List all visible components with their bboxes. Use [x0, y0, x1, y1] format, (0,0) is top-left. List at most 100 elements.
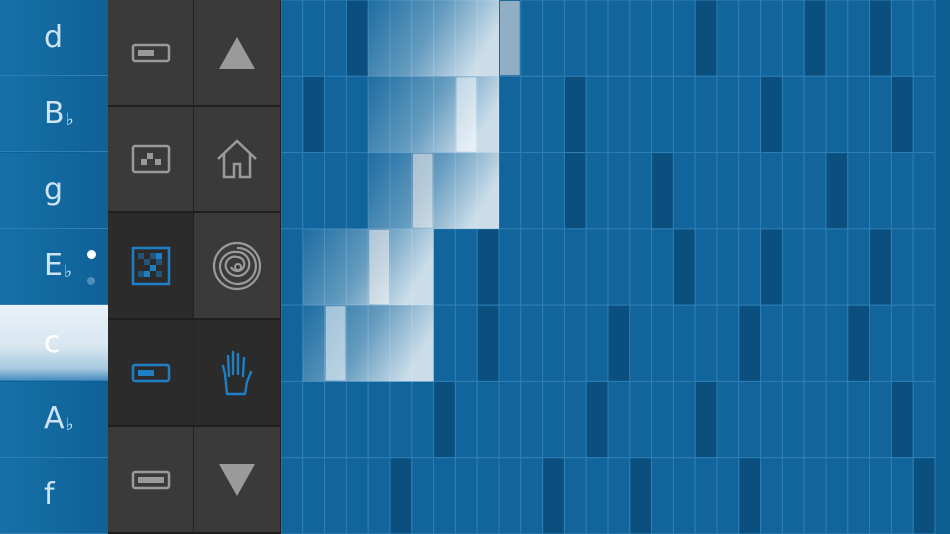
step-cell[interactable] [542, 457, 565, 534]
step-cell[interactable] [302, 75, 326, 154]
step-cell[interactable] [498, 152, 522, 230]
step-cell[interactable] [890, 380, 914, 459]
step-cell[interactable] [433, 228, 456, 306]
step-cell[interactable] [760, 304, 783, 382]
step-cell[interactable] [345, 457, 369, 534]
step-cell[interactable] [607, 75, 631, 154]
step-cell[interactable] [585, 0, 609, 77]
step-cell[interactable] [607, 457, 631, 534]
step-cell[interactable] [542, 304, 565, 382]
note-key-E-flat[interactable]: E♭ [0, 228, 108, 305]
step-cell[interactable] [803, 0, 827, 77]
step-cell[interactable] [651, 152, 674, 230]
step-cell[interactable] [563, 457, 587, 534]
step-cell[interactable] [738, 380, 762, 459]
step-cell[interactable] [433, 304, 456, 382]
clip-small-button[interactable] [108, 0, 194, 107]
active-step-cell[interactable] [369, 229, 389, 305]
step-cell[interactable] [345, 380, 369, 459]
step-cell[interactable] [302, 0, 326, 77]
step-cell[interactable] [847, 457, 871, 534]
scroll-down-button[interactable] [194, 427, 281, 534]
step-cell[interactable] [411, 457, 435, 534]
clip-bar-button[interactable] [108, 427, 194, 534]
step-cell[interactable] [585, 152, 609, 230]
step-cell[interactable] [738, 228, 762, 306]
step-cell[interactable] [651, 380, 674, 459]
step-cell[interactable] [912, 457, 936, 534]
step-cell[interactable] [498, 75, 522, 154]
step-cell[interactable] [389, 457, 413, 534]
step-cell[interactable] [629, 75, 653, 154]
step-cell[interactable] [716, 75, 740, 154]
step-cell[interactable] [324, 152, 347, 230]
step-cell[interactable] [672, 0, 696, 77]
step-cell[interactable] [672, 228, 696, 306]
step-cell[interactable] [825, 152, 849, 230]
step-cell[interactable] [281, 457, 304, 534]
step-cell[interactable] [825, 0, 849, 77]
step-cell[interactable] [651, 304, 674, 382]
step-cell[interactable] [847, 152, 871, 230]
step-cell[interactable] [520, 0, 544, 77]
step-cell[interactable] [454, 228, 478, 306]
step-cell[interactable] [760, 0, 783, 77]
step-cell[interactable] [281, 228, 304, 306]
step-cell[interactable] [585, 457, 609, 534]
note-key-f[interactable]: f [0, 457, 108, 534]
step-cell[interactable] [281, 75, 304, 154]
step-cell[interactable] [890, 0, 914, 77]
step-cell[interactable] [585, 228, 609, 306]
step-cell[interactable] [738, 457, 762, 534]
step-cell[interactable] [781, 304, 805, 382]
step-cell[interactable] [542, 228, 565, 306]
step-cell[interactable] [912, 228, 936, 306]
step-cell[interactable] [433, 380, 456, 459]
step-cell[interactable] [324, 0, 347, 77]
step-cell[interactable] [302, 380, 326, 459]
step-cell[interactable] [629, 228, 653, 306]
step-cell[interactable] [629, 0, 653, 77]
step-cell[interactable] [607, 0, 631, 77]
step-cell[interactable] [890, 304, 914, 382]
step-cell[interactable] [629, 304, 653, 382]
step-cell[interactable] [302, 457, 326, 534]
spiral-button[interactable] [194, 213, 281, 320]
step-cell[interactable] [760, 75, 783, 154]
step-cell[interactable] [869, 457, 892, 534]
step-cell[interactable] [281, 152, 304, 230]
home-button[interactable] [194, 107, 281, 213]
step-cell[interactable] [760, 457, 783, 534]
step-cell[interactable] [825, 457, 849, 534]
step-cell[interactable] [738, 75, 762, 154]
step-cell[interactable] [890, 75, 914, 154]
step-cell[interactable] [672, 152, 696, 230]
step-cell[interactable] [869, 304, 892, 382]
step-cell[interactable] [781, 228, 805, 306]
step-cell[interactable] [847, 75, 871, 154]
step-cell[interactable] [629, 380, 653, 459]
step-cell[interactable] [869, 0, 892, 77]
step-cell[interactable] [760, 152, 783, 230]
step-cell[interactable] [869, 380, 892, 459]
step-cell[interactable] [716, 457, 740, 534]
step-cell[interactable] [651, 457, 674, 534]
step-cell[interactable] [324, 380, 347, 459]
step-cell[interactable] [389, 380, 413, 459]
step-cell[interactable] [520, 380, 544, 459]
step-cell[interactable] [607, 304, 631, 382]
step-cell[interactable] [476, 457, 500, 534]
step-cell[interactable] [912, 152, 936, 230]
step-cell[interactable] [585, 75, 609, 154]
step-cell[interactable] [324, 457, 347, 534]
step-cell[interactable] [476, 380, 500, 459]
step-cell[interactable] [803, 152, 827, 230]
step-cell[interactable] [498, 457, 522, 534]
note-key-B-flat[interactable]: B♭ [0, 76, 108, 153]
step-cell[interactable] [847, 380, 871, 459]
step-cell[interactable] [760, 380, 783, 459]
note-key-c[interactable]: c [0, 305, 108, 382]
step-cell[interactable] [563, 75, 587, 154]
step-cell[interactable] [847, 228, 871, 306]
step-cell[interactable] [803, 304, 827, 382]
